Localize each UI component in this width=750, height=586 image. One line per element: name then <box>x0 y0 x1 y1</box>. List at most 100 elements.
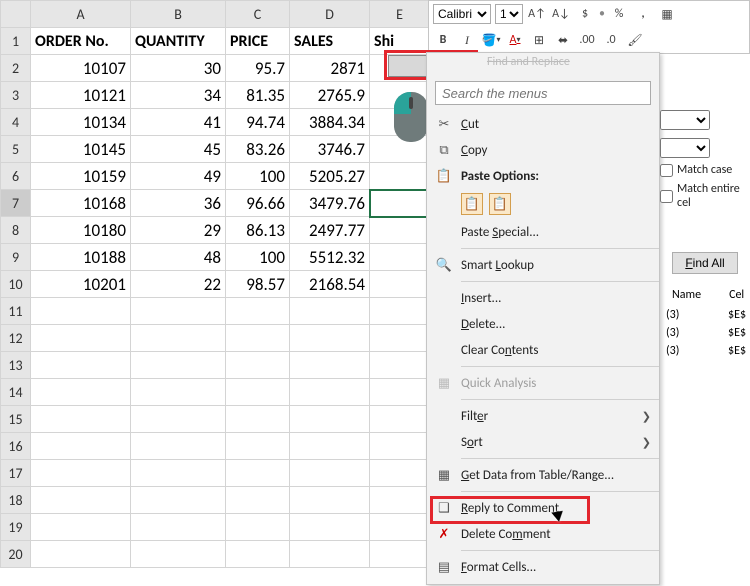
cell[interactable]: 36 <box>131 190 226 217</box>
cell[interactable]: 10188 <box>31 244 131 271</box>
italic-button[interactable]: I <box>457 30 477 50</box>
cell[interactable]: 10180 <box>31 217 131 244</box>
row-header[interactable]: 5 <box>1 136 31 163</box>
row-header[interactable]: 8 <box>1 217 31 244</box>
cell[interactable]: 3884.34 <box>290 109 370 136</box>
cell[interactable]: 2765.9 <box>290 82 370 109</box>
font-size-select[interactable]: 11 <box>495 4 523 24</box>
cell[interactable]: 48 <box>131 244 226 271</box>
cell[interactable]: 5205.27 <box>290 163 370 190</box>
cell[interactable]: 5512.32 <box>290 244 370 271</box>
cell[interactable]: 100 <box>226 163 290 190</box>
font-name-select[interactable]: Calibri <box>433 4 491 24</box>
find-all-button[interactable]: Find All <box>672 252 738 274</box>
cell[interactable]: 10201 <box>31 271 131 298</box>
cell[interactable]: 41 <box>131 109 226 136</box>
col-header-b[interactable]: B <box>131 1 226 28</box>
row-header[interactable]: 20 <box>1 541 31 568</box>
row-header[interactable]: 10 <box>1 271 31 298</box>
paste-opt-2[interactable]: 📋 <box>489 193 511 215</box>
cell[interactable]: 3746.7 <box>290 136 370 163</box>
cell[interactable]: 2871 <box>290 55 370 82</box>
cell[interactable]: 10107 <box>31 55 131 82</box>
cell[interactable]: 49 <box>131 163 226 190</box>
cell[interactable]: 86.13 <box>226 217 290 244</box>
paste-opt-1[interactable]: 📋 <box>461 193 483 215</box>
menu-delete[interactable]: Delete... <box>427 311 659 337</box>
cell[interactable] <box>370 271 430 298</box>
cell-d1[interactable]: SALES <box>290 28 370 55</box>
cell[interactable]: 29 <box>131 217 226 244</box>
row-header[interactable]: 12 <box>1 325 31 352</box>
font-color-icon[interactable]: A▾ <box>505 30 525 50</box>
cell[interactable]: 96.66 <box>226 190 290 217</box>
row-header[interactable]: 16 <box>1 433 31 460</box>
cell[interactable] <box>370 190 430 217</box>
col-header-e[interactable]: E <box>370 1 430 28</box>
inc-decimal-icon[interactable]: .00 <box>577 30 597 50</box>
cell[interactable]: 45 <box>131 136 226 163</box>
select-all-corner[interactable] <box>1 1 31 28</box>
cell[interactable]: 10134 <box>31 109 131 136</box>
currency-icon[interactable]: $ <box>575 4 595 24</box>
cell[interactable] <box>370 163 430 190</box>
cell[interactable]: 22 <box>131 271 226 298</box>
row-header[interactable]: 18 <box>1 487 31 514</box>
percent-icon[interactable]: % <box>609 4 629 24</box>
cell[interactable]: 95.7 <box>226 55 290 82</box>
menu-clear-contents[interactable]: Clear Contents <box>427 337 659 363</box>
match-entire-checkbox[interactable] <box>660 190 673 203</box>
cell-c1[interactable]: PRICE <box>226 28 290 55</box>
cell[interactable] <box>370 217 430 244</box>
row-header[interactable]: 14 <box>1 379 31 406</box>
bold-button[interactable]: B <box>433 30 453 50</box>
borders-icon[interactable]: ⊞ <box>529 30 549 50</box>
row-header[interactable]: 15 <box>1 406 31 433</box>
menu-sort[interactable]: Sort ❯ <box>427 429 659 455</box>
menu-smart-lookup[interactable]: 🔍 Smart Lookup <box>427 252 659 278</box>
cell[interactable]: 10145 <box>31 136 131 163</box>
comma-icon[interactable]: , <box>633 4 653 24</box>
menu-copy[interactable]: ⧉ Copy <box>427 137 659 163</box>
increase-font-icon[interactable]: A↑ <box>527 4 547 24</box>
menu-search[interactable] <box>435 81 651 105</box>
menu-search-input[interactable] <box>435 81 651 105</box>
menu-insert[interactable]: Insert... <box>427 285 659 311</box>
cell[interactable]: 2168.54 <box>290 271 370 298</box>
cell[interactable]: 94.74 <box>226 109 290 136</box>
cell[interactable]: 98.57 <box>226 271 290 298</box>
row-header-1[interactable]: 1 <box>1 28 31 55</box>
menu-paste-special[interactable]: Paste Special... <box>427 219 659 245</box>
fill-color-icon[interactable]: 🪣▾ <box>481 30 501 50</box>
format-table-icon[interactable]: ▦ <box>657 4 677 24</box>
cell[interactable]: 100 <box>226 244 290 271</box>
menu-cut[interactable]: ✂ Cut <box>427 111 659 137</box>
cell-b1[interactable]: QUANTITY <box>131 28 226 55</box>
cell[interactable]: 10159 <box>31 163 131 190</box>
row-header[interactable]: 2 <box>1 55 31 82</box>
cell[interactable]: 81.35 <box>226 82 290 109</box>
col-header-a[interactable]: A <box>31 1 131 28</box>
merge-icon[interactable]: ⬌ <box>553 30 573 50</box>
cell[interactable]: 10121 <box>31 82 131 109</box>
row-header[interactable]: 17 <box>1 460 31 487</box>
row-header[interactable]: 19 <box>1 514 31 541</box>
within-select[interactable] <box>660 110 710 130</box>
decrease-font-icon[interactable]: A↓ <box>551 4 571 24</box>
dec-decimal-icon[interactable]: .0 <box>601 30 621 50</box>
cell-a1[interactable]: ORDER No. <box>31 28 131 55</box>
search-select[interactable] <box>660 138 710 158</box>
col-header-c[interactable]: C <box>226 1 290 28</box>
cell[interactable]: 30 <box>131 55 226 82</box>
cell[interactable]: 10168 <box>31 190 131 217</box>
row-header[interactable]: 4 <box>1 109 31 136</box>
row-header[interactable]: 3 <box>1 82 31 109</box>
col-header-d[interactable]: D <box>290 1 370 28</box>
menu-format-cells[interactable]: ▤ Format Cells... <box>427 554 659 580</box>
match-case-checkbox[interactable] <box>660 164 673 177</box>
row-header[interactable]: 11 <box>1 298 31 325</box>
row-header[interactable]: 13 <box>1 352 31 379</box>
row-header[interactable]: 7 <box>1 190 31 217</box>
cell[interactable]: 3479.76 <box>290 190 370 217</box>
cell[interactable] <box>370 244 430 271</box>
